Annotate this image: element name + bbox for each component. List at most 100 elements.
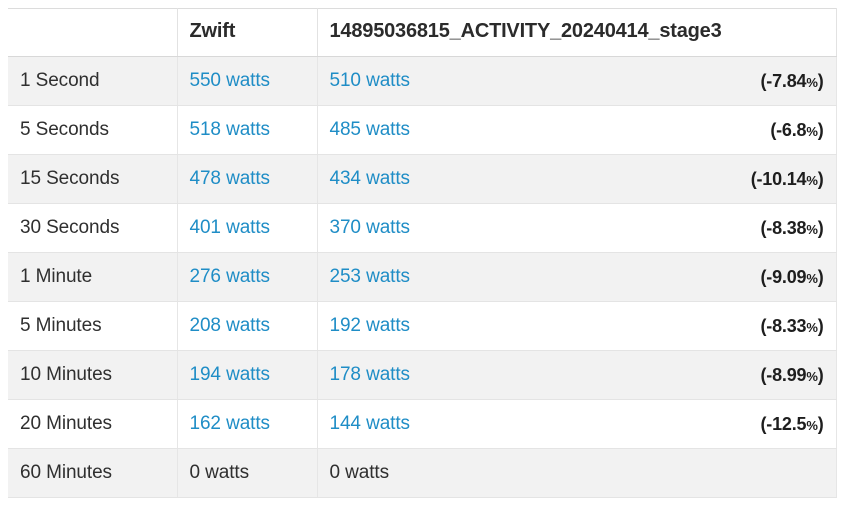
- activity-power-cell: 370 watts (-8.38%): [317, 203, 837, 253]
- percent-delta-close-paren: ): [817, 217, 824, 238]
- table-row: 60 Minutes 0 watts 0 watts: [8, 448, 837, 498]
- zwift-power-cell: 401 watts: [177, 203, 318, 253]
- percent-delta-close-paren: ): [817, 168, 824, 189]
- activity-power-cell: 253 watts (-9.09%): [317, 252, 837, 302]
- interval-label: 5 Seconds: [8, 105, 178, 155]
- interval-label: 15 Seconds: [8, 154, 178, 204]
- activity-cell-inner: 144 watts (-12.5%): [330, 413, 824, 435]
- zwift-power-cell: 478 watts: [177, 154, 318, 204]
- activity-cell-inner: 370 watts (-8.38%): [330, 217, 824, 239]
- activity-cell-inner: 253 watts (-9.09%): [330, 266, 824, 288]
- percent-delta-value: (-6.8: [770, 119, 807, 140]
- interval-label: 1 Minute: [8, 252, 178, 302]
- zwift-power-cell: 162 watts: [177, 399, 318, 449]
- activity-power-value: 510 watts: [329, 70, 411, 91]
- table-row: 10 Minutes 194 watts 178 watts (-8.99%): [8, 350, 837, 400]
- percent-delta-close-paren: ): [817, 70, 824, 91]
- table-row: 15 Seconds 478 watts 434 watts (-10.14%): [8, 154, 837, 204]
- zwift-power-value: 518 watts: [189, 119, 271, 140]
- activity-power-cell: 0 watts: [317, 448, 837, 498]
- activity-power-cell: 144 watts (-12.5%): [317, 399, 837, 449]
- column-header-zwift: Zwift: [177, 8, 318, 57]
- table-row: 1 Minute 276 watts 253 watts (-9.09%): [8, 252, 837, 302]
- zwift-power-value: 401 watts: [189, 217, 271, 238]
- percent-delta-badge: (-8.99%): [761, 365, 824, 386]
- percent-delta-value: (-12.5: [760, 413, 807, 434]
- percent-delta-close-paren: ): [817, 364, 824, 385]
- activity-power-value: 485 watts: [329, 119, 411, 140]
- power-comparison-page: Zwift 14895036815_ACTIVITY_20240414_stag…: [0, 0, 852, 508]
- zwift-power-cell: 208 watts: [177, 301, 318, 351]
- interval-label: 20 Minutes: [8, 399, 178, 449]
- percent-delta-badge: (-10.14%): [751, 169, 824, 190]
- column-header-interval: [8, 8, 178, 57]
- percent-delta-value: (-9.09: [760, 266, 807, 287]
- activity-power-value: 370 watts: [329, 217, 411, 238]
- percent-delta-value: (-8.99: [760, 364, 807, 385]
- zwift-power-value: 194 watts: [189, 364, 271, 385]
- activity-cell-inner: 0 watts: [330, 462, 824, 484]
- activity-cell-inner: 434 watts (-10.14%): [330, 168, 824, 190]
- table-row: 5 Seconds 518 watts 485 watts (-6.8%): [8, 105, 837, 155]
- activity-power-cell: 510 watts (-7.84%): [317, 56, 837, 106]
- activity-power-value: 178 watts: [329, 364, 411, 385]
- percent-sign: %: [806, 172, 818, 188]
- percent-delta-badge: (-9.09%): [761, 267, 824, 288]
- percent-delta-value: (-7.84: [760, 70, 807, 91]
- activity-cell-inner: 178 watts (-8.99%): [330, 364, 824, 386]
- zwift-power-value: 478 watts: [189, 168, 271, 189]
- percent-sign: %: [806, 417, 818, 433]
- zwift-power-value: 162 watts: [189, 413, 271, 434]
- zwift-power-cell: 550 watts: [177, 56, 318, 106]
- table-body: 1 Second 550 watts 510 watts (-7.84%) 5 Seco…: [8, 56, 837, 498]
- activity-cell-inner: 192 watts (-8.33%): [330, 315, 824, 337]
- zwift-power-value: 550 watts: [189, 70, 271, 91]
- activity-power-value: 0 watts: [329, 462, 390, 483]
- percent-delta-close-paren: ): [817, 413, 824, 434]
- percent-sign: %: [806, 74, 818, 90]
- zwift-power-cell: 518 watts: [177, 105, 318, 155]
- interval-label: 5 Minutes: [8, 301, 178, 351]
- table-header: Zwift 14895036815_ACTIVITY_20240414_stag…: [8, 8, 837, 57]
- percent-delta-close-paren: ): [817, 315, 824, 336]
- activity-cell-inner: 510 watts (-7.84%): [330, 70, 824, 92]
- activity-power-value: 434 watts: [329, 168, 411, 189]
- percent-delta-badge: (-12.5%): [761, 414, 824, 435]
- percent-sign: %: [806, 319, 818, 335]
- activity-power-value: 192 watts: [329, 315, 411, 336]
- interval-label: 1 Second: [8, 56, 178, 106]
- percent-delta-close-paren: ): [817, 266, 824, 287]
- table-row: 30 Seconds 401 watts 370 watts (-8.38%): [8, 203, 837, 253]
- activity-power-cell: 485 watts (-6.8%): [317, 105, 837, 155]
- activity-power-cell: 192 watts (-8.33%): [317, 301, 837, 351]
- header-row: Zwift 14895036815_ACTIVITY_20240414_stag…: [8, 8, 837, 57]
- table-row: 5 Minutes 208 watts 192 watts (-8.33%): [8, 301, 837, 351]
- percent-delta-badge: (-7.84%): [761, 71, 824, 92]
- zwift-power-cell: 0 watts: [177, 448, 318, 498]
- percent-sign: %: [806, 123, 818, 139]
- zwift-power-value: 276 watts: [189, 266, 271, 287]
- column-header-activity: 14895036815_ACTIVITY_20240414_stage3: [317, 8, 837, 57]
- zwift-power-cell: 194 watts: [177, 350, 318, 400]
- zwift-power-cell: 276 watts: [177, 252, 318, 302]
- activity-power-value: 253 watts: [329, 266, 411, 287]
- percent-delta-value: (-8.33: [760, 315, 807, 336]
- percent-sign: %: [806, 270, 818, 286]
- table-row: 1 Second 550 watts 510 watts (-7.84%): [8, 56, 837, 106]
- percent-delta-badge: (-8.38%): [761, 218, 824, 239]
- interval-label: 10 Minutes: [8, 350, 178, 400]
- table-row: 20 Minutes 162 watts 144 watts (-12.5%): [8, 399, 837, 449]
- interval-label: 60 Minutes: [8, 448, 178, 498]
- activity-power-cell: 178 watts (-8.99%): [317, 350, 837, 400]
- percent-delta-value: (-8.38: [760, 217, 807, 238]
- percent-delta-badge: (-6.8%): [770, 120, 823, 141]
- power-comparison-table: Zwift 14895036815_ACTIVITY_20240414_stag…: [8, 8, 837, 498]
- activity-power-value: 144 watts: [329, 413, 411, 434]
- percent-delta-badge: (-8.33%): [761, 316, 824, 337]
- interval-label: 30 Seconds: [8, 203, 178, 253]
- activity-cell-inner: 485 watts (-6.8%): [330, 119, 824, 141]
- activity-power-cell: 434 watts (-10.14%): [317, 154, 837, 204]
- percent-sign: %: [806, 368, 818, 384]
- zwift-power-value: 208 watts: [189, 315, 271, 336]
- zwift-power-value: 0 watts: [189, 462, 250, 483]
